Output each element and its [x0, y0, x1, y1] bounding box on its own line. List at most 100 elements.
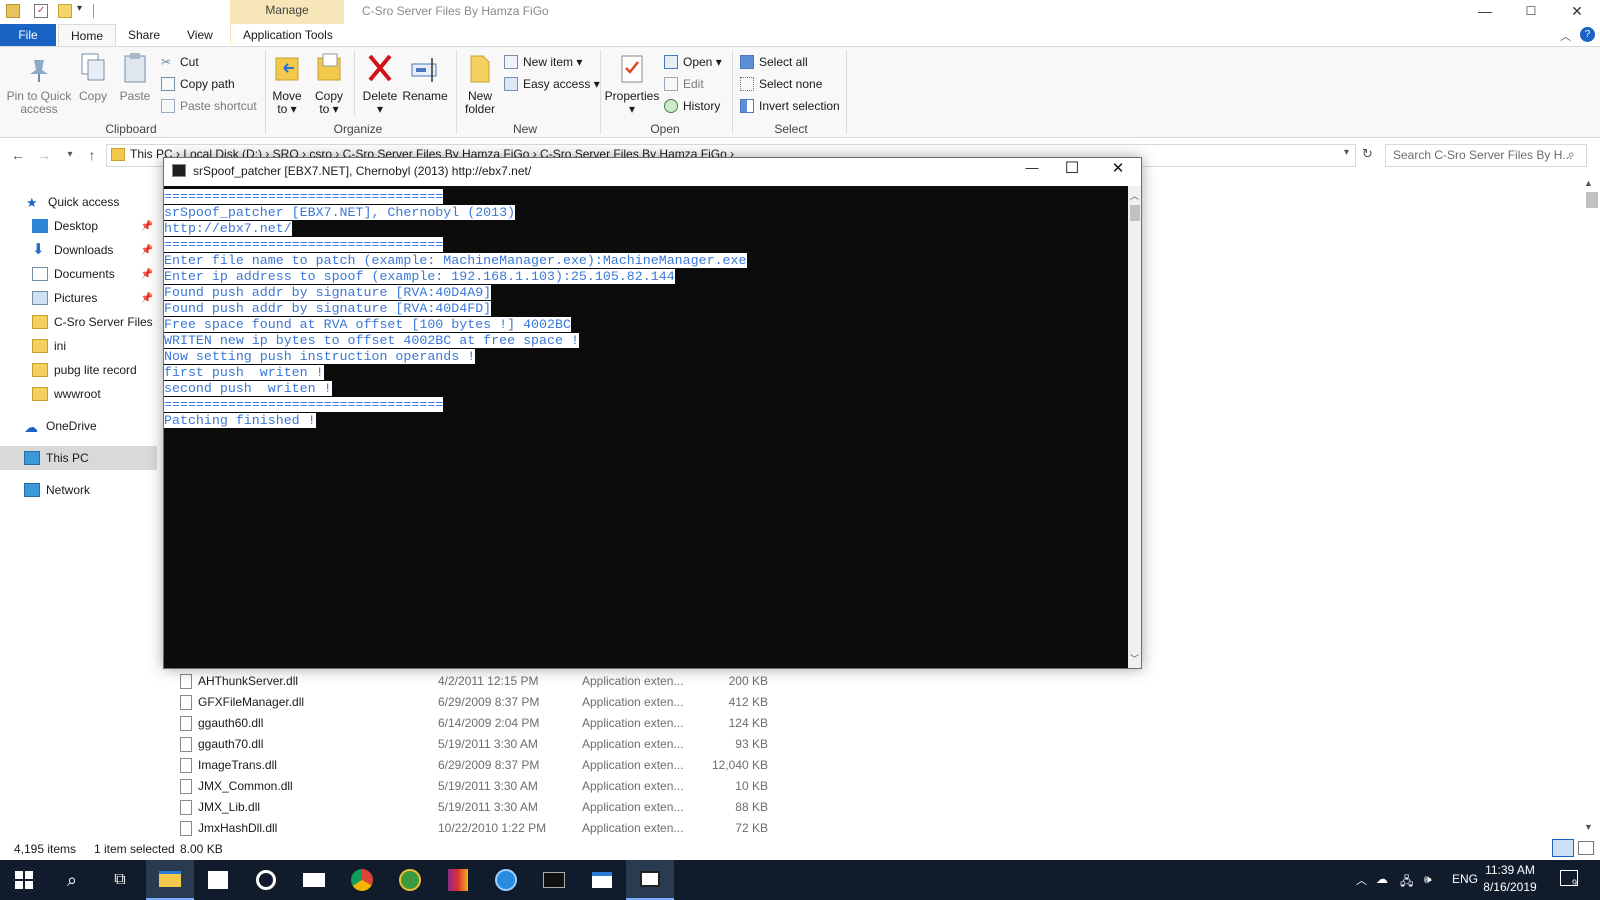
- ribbon-separator: [456, 50, 457, 134]
- store-icon[interactable]: [194, 860, 242, 900]
- nav-this-pc[interactable]: This PC: [0, 446, 157, 470]
- tab-file[interactable]: File: [0, 24, 56, 46]
- details-view-icon[interactable]: [1552, 839, 1574, 857]
- refresh-icon[interactable]: ↻: [1362, 146, 1373, 162]
- console-scroll-down-icon[interactable]: ﹀: [1130, 652, 1139, 665]
- show-hidden-icons[interactable]: ︿: [1356, 872, 1367, 888]
- paste-button[interactable]: Paste: [118, 52, 152, 103]
- console-scroll-thumb[interactable]: [1130, 205, 1140, 221]
- volume-icon[interactable]: 🕪: [1424, 872, 1432, 887]
- file-row[interactable]: JMX_Common.dll 5/19/2011 3:30 AM Applicati…: [176, 776, 796, 797]
- explorer-scroll-thumb[interactable]: [1586, 192, 1598, 208]
- delete-button[interactable]: Delete ▾: [360, 52, 400, 116]
- onedrive-tray-icon[interactable]: ☁: [1376, 872, 1388, 886]
- nav-onedrive[interactable]: ☁ OneDrive: [0, 414, 157, 438]
- console-line: second push writen !: [164, 381, 332, 397]
- console-scroll-up-icon[interactable]: ︿: [1130, 189, 1139, 202]
- search-icon[interactable]: ⌕: [48, 860, 96, 900]
- tab-application-tools[interactable]: Application Tools: [231, 24, 345, 46]
- up-arrow-icon[interactable]: ↑: [82, 145, 102, 165]
- delete-dropdown-icon[interactable]: ▾: [360, 103, 400, 116]
- media-icon[interactable]: [242, 860, 290, 900]
- network-tray-icon[interactable]: 🖧: [1400, 872, 1413, 893]
- forward-arrow-icon[interactable]: →: [34, 145, 54, 165]
- back-arrow-icon[interactable]: ←: [8, 145, 28, 165]
- move-to-button[interactable]: Move to ▾: [270, 52, 304, 116]
- tab-view[interactable]: View: [175, 24, 225, 46]
- tab-home[interactable]: Home: [58, 24, 117, 46]
- file-row[interactable]: ggauth70.dll 5/19/2011 3:30 AM Application…: [176, 734, 796, 755]
- scroll-up-icon[interactable]: ▲: [1584, 178, 1593, 188]
- copy-to-label-2: to ▾: [319, 102, 339, 116]
- easy-access-button[interactable]: Easy access ▾: [504, 74, 600, 94]
- properties-icon[interactable]: ✓: [34, 4, 48, 18]
- properties-dropdown-icon[interactable]: ▾: [604, 103, 660, 116]
- language-indicator[interactable]: ENG: [1452, 872, 1478, 886]
- nav-wwwroot-folder[interactable]: wwwroot: [0, 382, 157, 406]
- nav-documents[interactable]: Documents 📌: [0, 262, 157, 286]
- nav-network[interactable]: Network: [0, 478, 157, 502]
- select-all-button[interactable]: Select all: [740, 52, 808, 72]
- file-row[interactable]: GFXFileManager.dll 6/29/2009 8:37 PM Appli…: [176, 692, 796, 713]
- maximize-button[interactable]: ☐: [1508, 0, 1554, 22]
- close-button[interactable]: ✕: [1554, 0, 1600, 22]
- nav-pictures[interactable]: Pictures 📌: [0, 286, 157, 310]
- nav-ini-folder[interactable]: ini: [0, 334, 157, 358]
- edit-button[interactable]: Edit: [664, 74, 704, 94]
- history-button[interactable]: History: [664, 96, 720, 116]
- mail-icon[interactable]: [290, 860, 338, 900]
- new-item-button[interactable]: New item ▾: [504, 52, 582, 72]
- ribbon-separator: [265, 50, 266, 134]
- collapse-ribbon-icon[interactable]: ︿: [1560, 28, 1571, 44]
- winrar-icon[interactable]: [434, 860, 482, 900]
- network-app-icon[interactable]: [386, 860, 434, 900]
- task-view-icon[interactable]: ⧉: [96, 860, 144, 900]
- tab-share[interactable]: Share: [116, 24, 172, 46]
- clock-date[interactable]: 8/16/2019: [1482, 880, 1538, 894]
- console-icon[interactable]: [626, 860, 674, 900]
- app-icon[interactable]: [482, 860, 530, 900]
- explorer-scrollbar[interactable]: [1582, 175, 1600, 837]
- new-folder-button[interactable]: New folder: [461, 52, 499, 116]
- nav-csro-folder[interactable]: C-Sro Server Files By: [0, 310, 157, 334]
- file-row[interactable]: JmxHashDll.dll 10/22/2010 1:22 PM Applicat…: [176, 818, 796, 839]
- large-icons-view-icon[interactable]: [1578, 841, 1594, 855]
- nav-downloads[interactable]: ⬇ Downloads 📌: [0, 238, 157, 262]
- paste-shortcut-button[interactable]: Paste shortcut: [161, 96, 257, 116]
- console-scrollbar[interactable]: [1128, 186, 1141, 668]
- customize-qat-icon[interactable]: ▾: [77, 3, 82, 14]
- search-icon[interactable]: ⌕: [1568, 147, 1575, 162]
- file-explorer-icon[interactable]: [146, 860, 194, 900]
- nav-desktop[interactable]: Desktop 📌: [0, 214, 157, 238]
- clock-time[interactable]: 11:39 AM: [1482, 863, 1538, 877]
- cut-button[interactable]: ✂ Cut: [161, 52, 199, 72]
- cmd-icon[interactable]: [530, 860, 578, 900]
- start-icon[interactable]: [0, 860, 48, 900]
- properties-button[interactable]: Properties ▾: [604, 52, 660, 116]
- file-row[interactable]: ImageTrans.dll 6/29/2009 8:37 PM Applicati…: [176, 755, 796, 776]
- file-row[interactable]: JMX_Lib.dll 5/19/2011 3:30 AM Application …: [176, 797, 796, 818]
- console-close-button[interactable]: ✕: [1103, 159, 1133, 179]
- explorer-window-icon[interactable]: [578, 860, 626, 900]
- nav-quick-access[interactable]: ★ Quick access: [0, 190, 157, 214]
- invert-selection-button[interactable]: Invert selection: [740, 96, 840, 116]
- open-button[interactable]: Open ▾: [664, 52, 722, 72]
- address-dropdown-icon[interactable]: ▾: [1344, 147, 1349, 158]
- minimize-button[interactable]: —: [1462, 0, 1508, 22]
- file-row[interactable]: ggauth60.dll 6/14/2009 2:04 PM Application…: [176, 713, 796, 734]
- nav-pubg-folder[interactable]: pubg lite record: [0, 358, 157, 382]
- select-none-button[interactable]: Select none: [740, 74, 822, 94]
- help-icon[interactable]: ?: [1580, 27, 1595, 42]
- recent-locations-icon[interactable]: ▾: [60, 145, 80, 165]
- console-maximize-button[interactable]: ☐: [1057, 158, 1087, 178]
- scroll-down-icon[interactable]: ▼: [1584, 822, 1593, 832]
- file-row[interactable]: AHThunkServer.dll 4/2/2011 12:15 PM Applic…: [176, 671, 796, 692]
- new-folder-icon[interactable]: [58, 4, 72, 18]
- console-minimize-button[interactable]: —: [1017, 160, 1047, 180]
- chrome-icon[interactable]: [338, 860, 386, 900]
- rename-button[interactable]: Rename: [402, 52, 448, 103]
- copy-to-button[interactable]: Copy to ▾: [312, 52, 346, 116]
- copy-button[interactable]: Copy: [76, 52, 110, 103]
- copy-path-button[interactable]: Copy path: [161, 74, 235, 94]
- pin-to-quick-access-button[interactable]: Pin to Quick access: [6, 52, 72, 116]
